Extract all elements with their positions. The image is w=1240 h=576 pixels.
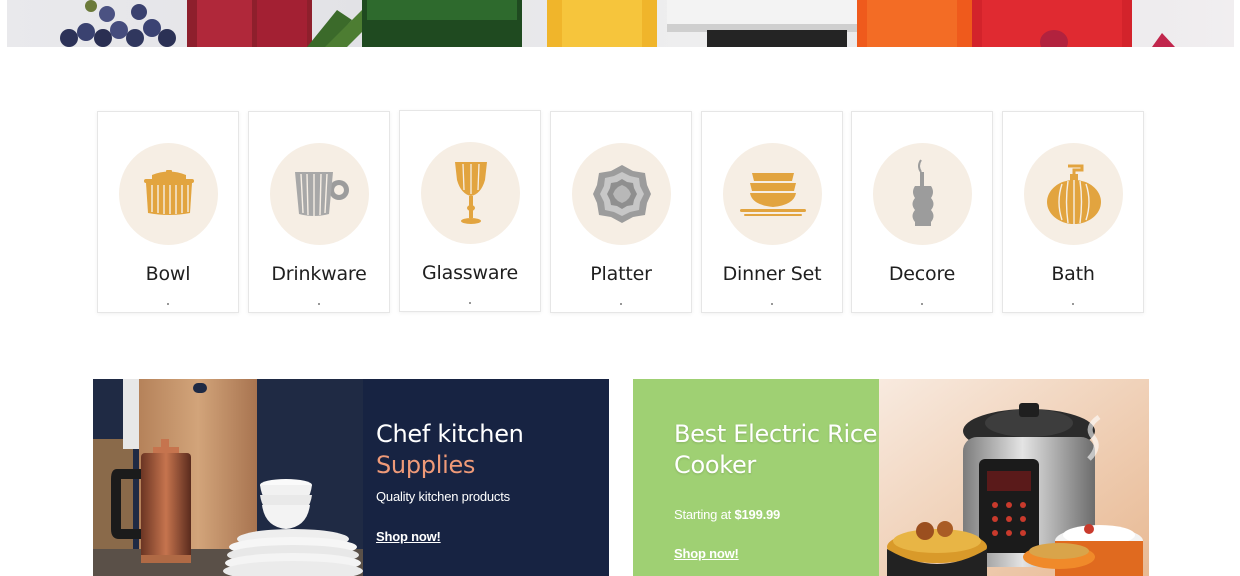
kitchen-supplies-image — [93, 379, 363, 576]
hero-juice-image — [60, 0, 1175, 47]
category-icon-circle — [1024, 143, 1123, 245]
card-dot-indicator — [771, 303, 773, 305]
category-label: Bowl — [145, 263, 191, 285]
category-card-platter[interactable]: Platter — [550, 111, 692, 313]
banner-title: Chef kitchen — [376, 420, 524, 448]
dinner-set-icon — [739, 173, 806, 216]
banner-subtitle: Supplies — [376, 451, 476, 479]
category-label: Bath — [1051, 263, 1095, 285]
category-label: Platter — [590, 263, 652, 285]
category-icon-circle — [119, 143, 218, 245]
category-label: Drinkware — [271, 263, 367, 285]
drinkware-icon — [294, 172, 349, 216]
category-card-decore[interactable]: Decore — [851, 111, 993, 313]
category-card-glassware[interactable]: Glassware — [399, 110, 541, 312]
price-value: $199.99 — [734, 507, 781, 522]
banner-price: Starting at $199.99 — [674, 507, 780, 522]
grapes-decoration — [60, 0, 176, 47]
platter-icon — [592, 165, 651, 223]
rice-cooker-image — [879, 379, 1149, 576]
category-icon-circle — [572, 143, 671, 245]
card-dot-indicator — [167, 303, 169, 305]
category-icon-circle — [421, 142, 520, 244]
shop-now-link[interactable]: Shop now! — [674, 546, 739, 561]
category-card-dinner-set[interactable]: Dinner Set — [701, 111, 843, 313]
category-label: Dinner Set — [722, 263, 822, 285]
glassware-icon — [454, 162, 487, 224]
category-card-bowl[interactable]: Bowl — [97, 111, 239, 313]
promo-banner-rice-cooker[interactable]: Best Electric Rice Cooker Starting at $1… — [633, 379, 1149, 576]
card-dot-indicator — [469, 302, 471, 304]
price-prefix: Starting at — [674, 507, 732, 522]
card-dot-indicator — [620, 303, 622, 305]
category-card-drinkware[interactable]: Drinkware — [248, 111, 390, 313]
promo-banner-chef-kitchen[interactable]: Chef kitchen Supplies Quality kitchen pr… — [93, 379, 609, 576]
banner-description: Quality kitchen products — [376, 489, 510, 504]
card-dot-indicator — [1072, 303, 1074, 305]
category-icon-circle — [873, 143, 972, 245]
category-label: Glassware — [422, 262, 518, 284]
category-icon-circle — [723, 143, 822, 245]
card-dot-indicator — [318, 303, 320, 305]
category-icon-circle — [270, 143, 369, 245]
bowl-icon — [143, 170, 194, 215]
decore-icon — [912, 159, 933, 226]
bath-icon — [1046, 164, 1101, 224]
shop-now-link[interactable]: Shop now! — [376, 529, 441, 544]
hero-banner — [7, 0, 1234, 47]
category-label: Decore — [888, 263, 956, 285]
card-dot-indicator — [921, 303, 923, 305]
category-list: Bowl Drinkware Glassware Platter Dinner … — [97, 110, 1145, 314]
category-card-bath[interactable]: Bath — [1002, 111, 1144, 313]
banner-title: Best Electric Rice Cooker — [674, 420, 878, 479]
